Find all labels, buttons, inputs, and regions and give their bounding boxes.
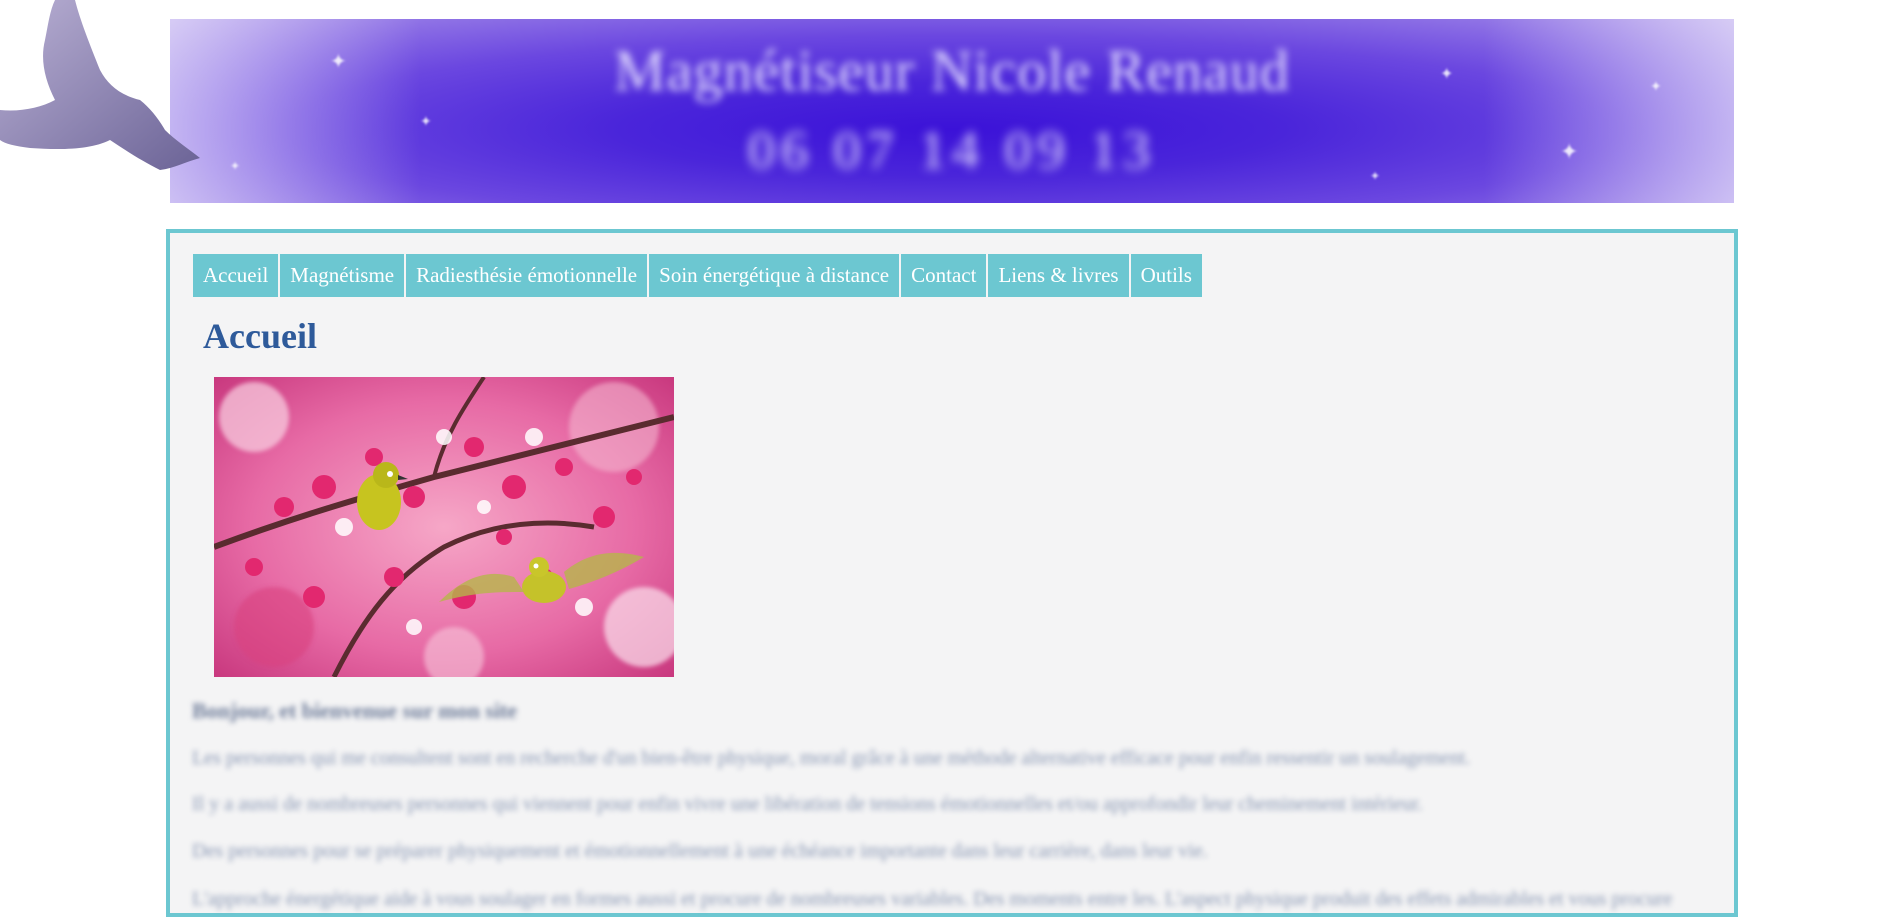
header-banner: ✦ ✦ ✦ ✦ ✦ ✦ ✦ Magnétiseur Nicole Renaud … (170, 19, 1734, 203)
nav-item-outils[interactable]: Outils (1130, 254, 1202, 297)
intro-paragraph-4: L'approche énergétique aide à vous soula… (192, 888, 1673, 910)
intro-paragraph-1: Les personnes qui me consultent sont en … (192, 747, 1471, 769)
nav-item-magnetisme[interactable]: Magnétisme (280, 254, 405, 297)
main-nav: Accueil Magnétisme Radiesthésie émotionn… (193, 254, 1204, 297)
intro-paragraph-3: Des personnes pour se préparer physiquem… (192, 840, 1208, 862)
intro-paragraph-2: Il y a aussi de nombreuses personnes qui… (192, 793, 1423, 815)
intro-heading: Bonjour, et bienvenue sur mon site (192, 698, 518, 723)
nav-item-liens-livres[interactable]: Liens & livres (988, 254, 1129, 297)
cherry-blossom-birds-photo (214, 377, 674, 677)
bird-silhouette-icon (0, 0, 200, 170)
content-frame: Accueil Magnétisme Radiesthésie émotionn… (166, 229, 1738, 917)
nav-item-accueil[interactable]: Accueil (193, 254, 279, 297)
page-title: Accueil (203, 316, 317, 356)
banner-phone: 06 07 14 09 13 (748, 120, 1156, 180)
nav-item-radiesthesie[interactable]: Radiesthésie émotionnelle (406, 254, 648, 297)
nav-item-contact[interactable]: Contact (901, 254, 987, 297)
banner-title: Magnétiseur Nicole Renaud (614, 38, 1290, 103)
nav-item-soin-distance[interactable]: Soin énergétique à distance (649, 254, 900, 297)
